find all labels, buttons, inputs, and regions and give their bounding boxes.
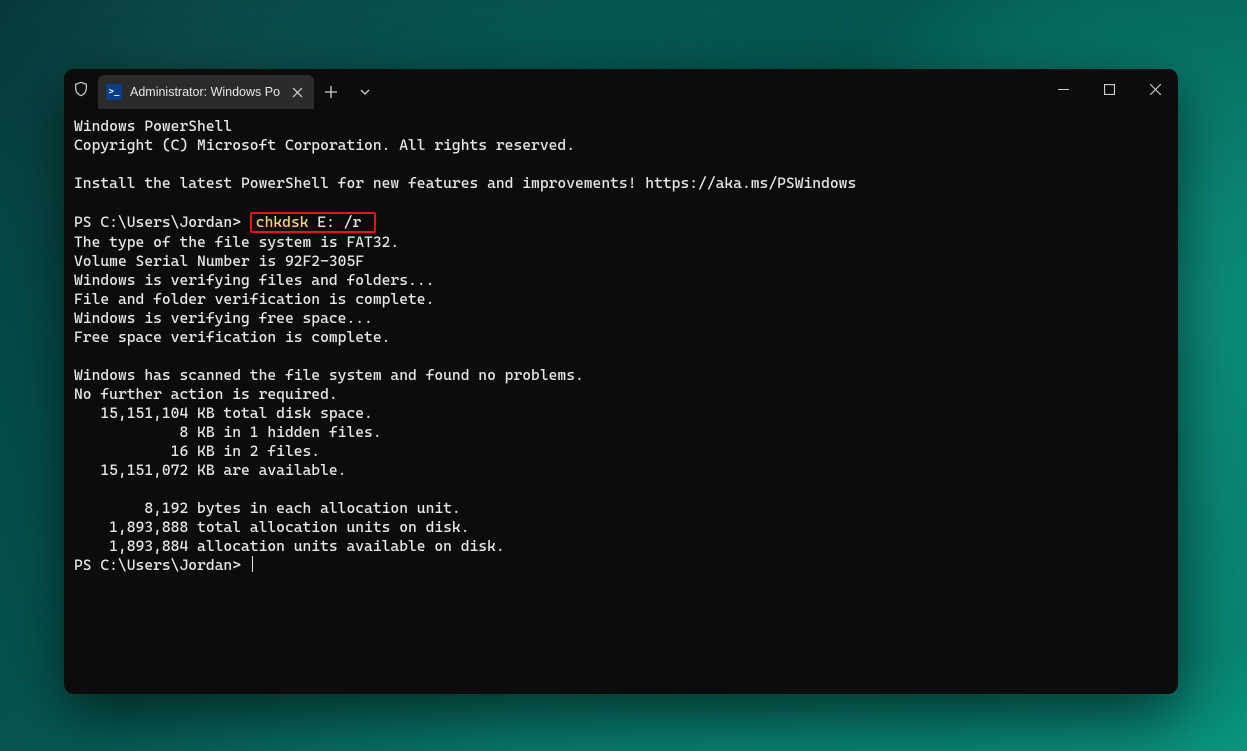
output-line: 8 KB in 1 hidden files. (74, 423, 382, 441)
terminal-window: >_ Administrator: Windows Powe (64, 69, 1178, 694)
maximize-button[interactable] (1086, 69, 1132, 109)
output-line: No further action is required. (74, 385, 338, 403)
output-line: 8,192 bytes in each allocation unit. (74, 499, 461, 517)
cmd-name: chkdsk (256, 213, 309, 231)
output-line: Windows is verifying files and folders..… (74, 271, 434, 289)
output-line: 15,151,104 KB total disk space. (74, 404, 373, 422)
titlebar-left: >_ Administrator: Windows Powe (64, 69, 382, 109)
titlebar: >_ Administrator: Windows Powe (64, 69, 1178, 109)
prompt-1: PS C:\Users\Jordan> (74, 213, 250, 231)
prompt-2: PS C:\Users\Jordan> (74, 556, 250, 574)
cmd-args: E: /r (309, 213, 371, 231)
tab-title: Administrator: Windows Powe (130, 85, 280, 99)
ps-install-msg: Install the latest PowerShell for new fe… (74, 174, 856, 192)
output-line: Windows is verifying free space... (74, 309, 373, 327)
titlebar-drag-area[interactable] (382, 69, 1040, 109)
tab-dropdown-button[interactable] (348, 75, 382, 109)
ps-header-1: Windows PowerShell (74, 117, 232, 135)
cursor (252, 556, 253, 572)
window-controls (1040, 69, 1178, 109)
output-line: Free space verification is complete. (74, 328, 390, 346)
highlighted-command: chkdsk E: /r (250, 212, 376, 233)
ps-header-2: Copyright (C) Microsoft Corporation. All… (74, 136, 575, 154)
output-line: 1,893,884 allocation units available on … (74, 537, 505, 555)
tab-close-button[interactable] (288, 83, 306, 101)
admin-shield-icon (64, 81, 98, 97)
output-line: 16 KB in 2 files. (74, 442, 320, 460)
output-line: Volume Serial Number is 92F2-305F (74, 252, 364, 270)
output-line: The type of the file system is FAT32. (74, 233, 399, 251)
tab-powershell[interactable]: >_ Administrator: Windows Powe (98, 75, 314, 109)
output-line: Windows has scanned the file system and … (74, 366, 584, 384)
output-line: 1,893,888 total allocation units on disk… (74, 518, 470, 536)
output-line: 15,151,072 KB are available. (74, 461, 346, 479)
powershell-icon: >_ (106, 84, 122, 100)
output-line: File and folder verification is complete… (74, 290, 434, 308)
close-button[interactable] (1132, 69, 1178, 109)
new-tab-button[interactable] (314, 75, 348, 109)
terminal-body[interactable]: Windows PowerShell Copyright (C) Microso… (64, 109, 1178, 694)
minimize-button[interactable] (1040, 69, 1086, 109)
